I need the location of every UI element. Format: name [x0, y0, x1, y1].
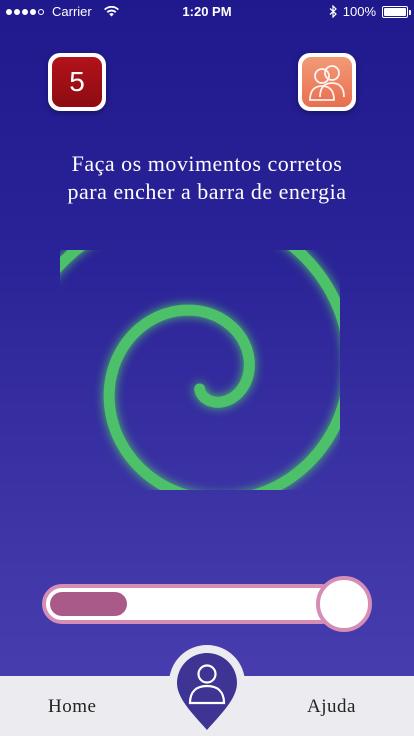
instruction-text: Faça os movimentos corretos para encher … — [67, 151, 347, 204]
bluetooth-icon — [329, 5, 337, 18]
energy-fill — [50, 592, 127, 616]
level-number: 5 — [52, 57, 102, 107]
spiral-gesture-icon — [60, 250, 340, 490]
energy-bar — [42, 584, 342, 624]
level-badge: 5 — [48, 53, 106, 111]
battery-percent: 100% — [342, 4, 376, 19]
tab-help[interactable]: Ajuda — [307, 696, 356, 718]
users-icon — [309, 65, 345, 101]
users-button[interactable] — [298, 53, 356, 111]
status-bar: Carrier 1:20 PM 100% — [0, 0, 414, 24]
battery-icon — [382, 5, 411, 18]
status-right: 100% — [329, 4, 411, 19]
energy-bar-knob — [316, 576, 372, 632]
profile-button[interactable] — [167, 643, 247, 736]
tab-home[interactable]: Home — [48, 696, 96, 718]
